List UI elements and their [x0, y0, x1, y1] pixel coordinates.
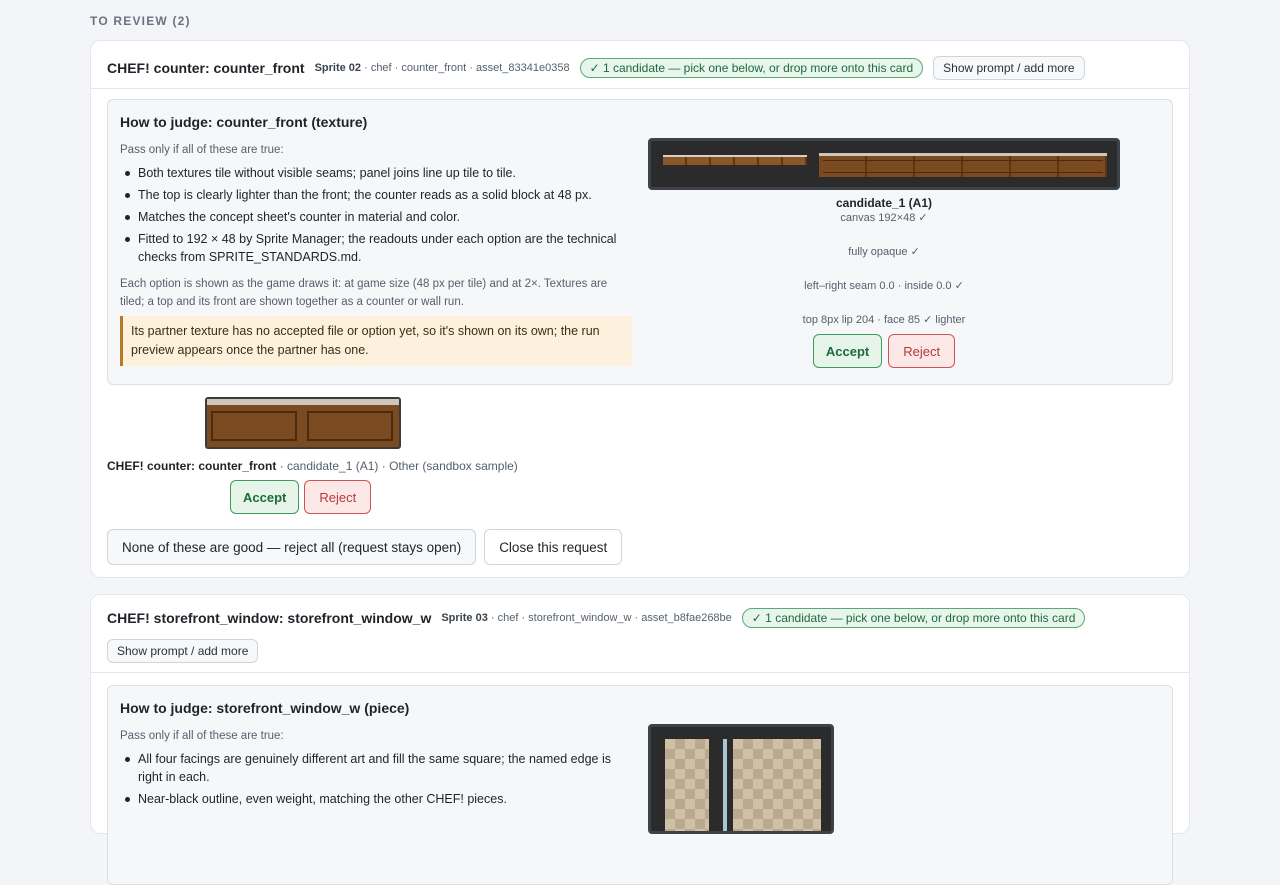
judge-title: How to judge: storefront_window_w (piece… [120, 700, 410, 716]
display-note: Each option is shown as the game draws i… [120, 278, 608, 308]
texture-tile-1x [663, 155, 807, 165]
judge-panel: How to judge: counter_front (texture) Pa… [107, 99, 1173, 385]
check-opaque: fully opaque ✓ [848, 246, 920, 258]
piece-facing-2x [733, 739, 821, 831]
criteria-item: All four facings are genuinely different… [120, 750, 630, 786]
show-prompt-button[interactable]: Show prompt / add more [933, 56, 1085, 80]
header-divider [91, 88, 1189, 89]
review-card-storefront-window: CHEF! storefront_window: storefront_wind… [90, 594, 1190, 885]
criteria-item: Matches the concept sheet's counter in m… [120, 208, 630, 226]
candidate-status-badge: ✓ 1 candidate — pick one below, or drop … [579, 58, 924, 78]
pass-label: Pass only if all of these are true: [120, 144, 284, 156]
criteria-item: Fitted to 192 × 48 by Sprite Manager; th… [120, 230, 630, 266]
section-title: TO REVIEW (2) [90, 14, 191, 28]
texture-preview [648, 138, 1120, 190]
sample-caption: CHEF! counter: counter_front · candidate… [107, 459, 518, 473]
sample-title: CHEF! counter: counter_front [107, 459, 277, 473]
candidate-info: candidate_1 (A1) canvas 192×48 ✓ fully o… [648, 196, 1120, 368]
candidate-name: candidate_1 (A1) [835, 196, 933, 210]
sample-reject-button[interactable]: Reject [304, 480, 372, 514]
criteria-item: Both textures tile without visible seams… [120, 164, 630, 182]
sprite-id: Sprite 02 [314, 62, 362, 74]
texture-tile-2x [819, 153, 1107, 177]
header-divider [91, 672, 1189, 673]
criteria-list: Both textures tile without visible seams… [120, 164, 630, 270]
request-actions: None of these are good — reject all (req… [107, 529, 623, 565]
pass-label: Pass only if all of these are true: [120, 730, 284, 742]
sample-panel [307, 411, 393, 441]
criteria-list: All four facings are genuinely different… [120, 750, 630, 812]
card-header: CHEF! storefront_window: storefront_wind… [107, 595, 1173, 641]
candidate-actions: Accept Reject [648, 334, 1120, 368]
piece-preview [648, 724, 834, 834]
judge-title: How to judge: counter_front (texture) [120, 114, 368, 130]
card-title: CHEF! counter: counter_front [107, 60, 305, 76]
sample-source: · candidate_1 (A1) · Other (sandbox samp… [276, 459, 518, 473]
sample-preview [205, 397, 401, 449]
accept-button[interactable]: Accept [812, 334, 883, 368]
piece-facing-1x [665, 739, 709, 831]
asset-meta: · chef · counter_front · asset_83341e035… [364, 62, 570, 74]
check-seam: left–right seam 0.0 · inside 0.0 ✓ [804, 280, 964, 292]
card-meta: Sprite 03 · chef · storefront_window_w ·… [441, 612, 731, 624]
show-prompt-button[interactable]: Show prompt / add more [107, 639, 259, 663]
criteria-item: The top is clearly lighter than the fron… [120, 186, 630, 204]
sprite-id: Sprite 03 [441, 612, 488, 624]
candidate-status-badge: ✓ 1 candidate — pick one below, or drop … [741, 608, 1086, 628]
sample-front-face [207, 405, 399, 447]
check-lip: top 8px lip 204 · face 85 ✓ lighter [802, 314, 966, 326]
sample-panel [211, 411, 297, 441]
check-canvas: canvas 192×48 ✓ [840, 212, 928, 224]
reject-button[interactable]: Reject [888, 334, 956, 368]
criteria-item: Near-black outline, even weight, matchin… [120, 790, 630, 808]
card-meta: Sprite 02 · chef · counter_front · asset… [315, 62, 570, 74]
reject-all-button[interactable]: None of these are good — reject all (req… [107, 529, 477, 565]
card-title: CHEF! storefront_window: storefront_wind… [107, 610, 432, 626]
sample-actions: Accept Reject [230, 480, 372, 514]
asset-meta: · chef · storefront_window_w · asset_b8f… [490, 612, 732, 624]
card-header: CHEF! counter: counter_front Sprite 02 ·… [107, 43, 1173, 93]
close-request-button[interactable]: Close this request [484, 529, 623, 565]
judge-panel: How to judge: storefront_window_w (piece… [107, 685, 1173, 885]
review-card-counter-front: CHEF! counter: counter_front Sprite 02 ·… [90, 40, 1190, 578]
partner-warning: Its partner texture has no accepted file… [120, 316, 632, 366]
window-frame [723, 739, 727, 831]
sample-accept-button[interactable]: Accept [230, 480, 300, 514]
